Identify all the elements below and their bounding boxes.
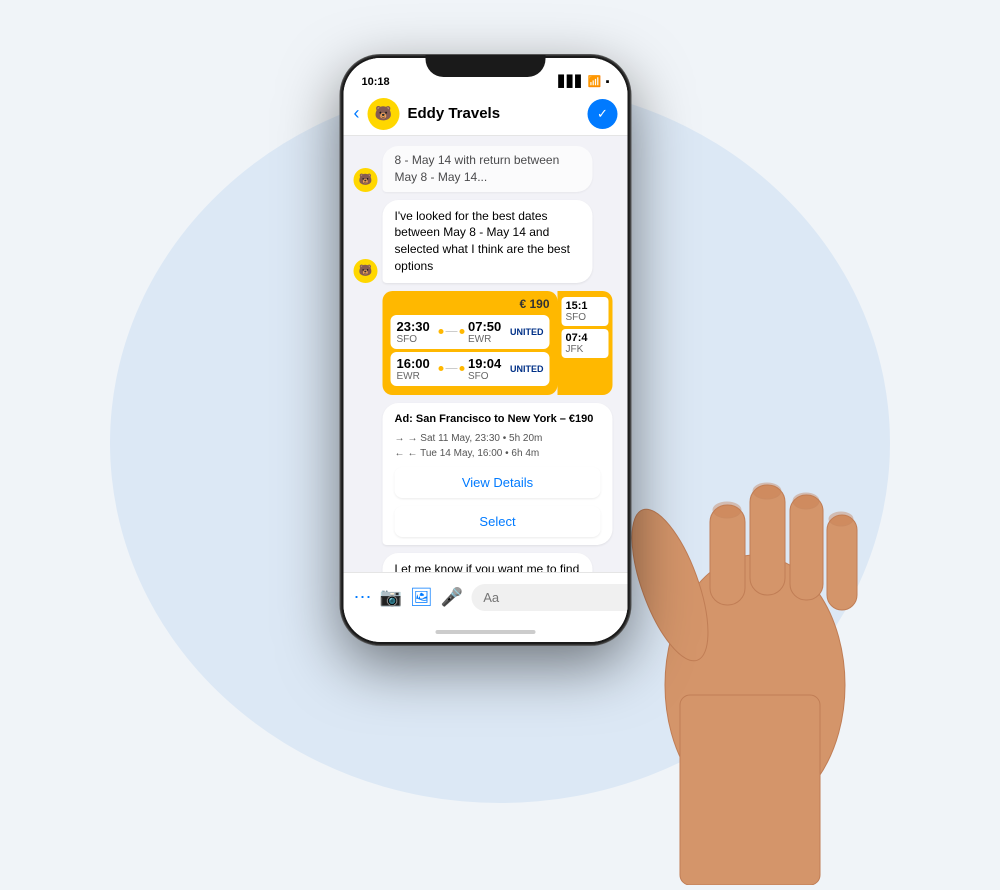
header-action-button[interactable]: ✓ bbox=[588, 99, 618, 129]
apps-icon[interactable]: ⋯ bbox=[354, 587, 372, 608]
peek-from-1: SFO bbox=[566, 312, 605, 323]
bot-avatar: 🐻 bbox=[368, 98, 400, 130]
bot-avatar-emoji: 🐻 bbox=[375, 105, 392, 122]
chat-area: 🐻 8 - May 14 with return between May 8 -… bbox=[344, 136, 628, 572]
peek-time-2: 07:4 bbox=[566, 332, 605, 344]
outbound-to: EWR bbox=[468, 334, 506, 345]
select-button[interactable]: Select bbox=[395, 506, 601, 537]
airline-logo-1: UNITED bbox=[510, 327, 544, 337]
flight-card-main[interactable]: € 190 23:30 SFO bbox=[383, 291, 558, 395]
flight-outbound-detail: → → Sat 11 May, 23:30 • 5h 20m bbox=[395, 431, 601, 446]
bot-bubble-1: I've looked for the best dates between M… bbox=[383, 200, 593, 283]
checkmark-icon: ✓ bbox=[597, 106, 608, 122]
image-icon[interactable]: 🖼 bbox=[410, 587, 433, 608]
back-button[interactable]: ‹ bbox=[354, 103, 360, 124]
camera-icon[interactable]: 📷 bbox=[380, 587, 402, 608]
return-arrive-time: 19:04 bbox=[468, 356, 506, 371]
view-details-button[interactable]: View Details bbox=[395, 467, 601, 498]
truncated-bubble: 8 - May 14 with return between May 8 - M… bbox=[383, 146, 593, 192]
return-flight-row: 16:00 EWR 19:04 SFO bbox=[391, 352, 550, 386]
bot-message-row-2: 🐻 Let me know if you want me to find you… bbox=[354, 553, 618, 572]
arrow-right-icon: → bbox=[395, 431, 405, 446]
truncated-message-row: 🐻 8 - May 14 with return between May 8 -… bbox=[354, 146, 618, 192]
phone-device: 10:18 ▋▋▋ 📶 ▪ ‹ 🐻 Eddy Travels ✓ bbox=[341, 55, 631, 645]
battery-icon: ▪ bbox=[606, 76, 610, 88]
phone-wrapper: 10:18 ▋▋▋ 📶 ▪ ‹ 🐻 Eddy Travels ✓ bbox=[341, 55, 631, 645]
flight-info-title: Ad: San Francisco to New York – €190 bbox=[395, 411, 601, 428]
outbound-flight-row: 23:30 SFO 07:50 EWR bbox=[391, 315, 550, 349]
flight-info-bubble: Ad: San Francisco to New York – €190 → →… bbox=[383, 403, 613, 546]
phone-screen: 10:18 ▋▋▋ 📶 ▪ ‹ 🐻 Eddy Travels ✓ bbox=[344, 58, 628, 642]
chat-title: Eddy Travels bbox=[408, 105, 580, 122]
return-depart-time: 16:00 bbox=[397, 356, 435, 371]
return-to: SFO bbox=[468, 371, 506, 382]
signal-icon: ▋▋▋ bbox=[559, 75, 584, 88]
bot-avatar-small-1: 🐻 bbox=[354, 168, 378, 192]
chat-header: ‹ 🐻 Eddy Travels ✓ bbox=[344, 92, 628, 136]
airline-logo-2: UNITED bbox=[510, 364, 544, 374]
peek-to-2: JFK bbox=[566, 344, 605, 355]
status-time: 10:18 bbox=[362, 76, 390, 88]
bot-bubble-2: Let me know if you want me to find you h… bbox=[383, 553, 593, 572]
home-bar bbox=[436, 630, 536, 634]
return-from: EWR bbox=[397, 371, 435, 382]
status-bar-right: ▋▋▋ 📶 ▪ bbox=[559, 75, 610, 88]
message-input[interactable] bbox=[471, 584, 627, 611]
bot-avatar-small-2: 🐻 bbox=[354, 259, 378, 283]
wifi-icon: 📶 bbox=[588, 75, 602, 88]
home-indicator bbox=[344, 622, 628, 642]
flight-price: € 190 bbox=[391, 297, 550, 311]
flight-cards-container: € 190 23:30 SFO bbox=[383, 291, 613, 395]
peek-time-1: 15:1 bbox=[566, 300, 605, 312]
phone-notch bbox=[426, 55, 546, 77]
bot-message-row-1: 🐻 I've looked for the best dates between… bbox=[354, 200, 618, 283]
outbound-arrive-time: 07:50 bbox=[468, 319, 506, 334]
arrow-left-icon: ← bbox=[395, 446, 405, 461]
outbound-depart-time: 23:30 bbox=[397, 319, 435, 334]
scene: 10:18 ▋▋▋ 📶 ▪ ‹ 🐻 Eddy Travels ✓ bbox=[0, 0, 1000, 885]
flight-card-peek: 15:1 SFO 07:4 JFK bbox=[558, 291, 613, 395]
flight-return-detail: ← ← Tue 14 May, 16:00 • 6h 4m bbox=[395, 446, 601, 461]
message-bar: ⋯ 📷 🖼 🎤 😊 👍 bbox=[344, 572, 628, 622]
mic-icon[interactable]: 🎤 bbox=[441, 587, 463, 608]
outbound-from: SFO bbox=[397, 334, 435, 345]
